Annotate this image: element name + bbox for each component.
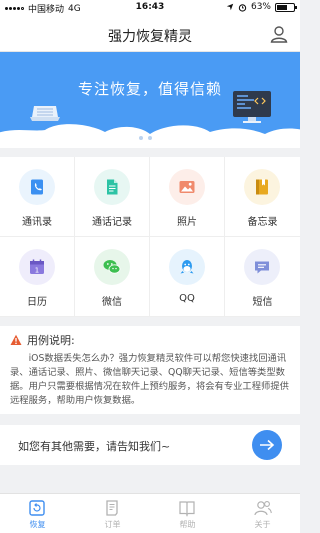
carousel-dot[interactable] <box>139 136 143 140</box>
usage-body: iOS数据丢失怎么办？强力恢复精灵软件可以帮您快速找回通讯录、通话记录、照片、微… <box>10 353 289 406</box>
recover-icon <box>28 499 46 517</box>
feature-wechat[interactable]: 微信 <box>75 237 150 317</box>
alarm-icon <box>238 3 247 12</box>
feature-label: 照片 <box>177 217 197 228</box>
tab-bar: 恢复 订单 帮助 关于 <box>0 493 300 533</box>
page-title: 强力恢复精灵 <box>108 29 192 45</box>
feature-label: 通讯录 <box>22 217 52 228</box>
carousel-dots[interactable] <box>0 136 300 140</box>
help-icon <box>178 499 196 517</box>
banner-carousel[interactable]: 专注恢复，值得信赖 <box>0 52 300 148</box>
feature-sms[interactable]: 短信 <box>225 237 300 317</box>
feature-call-log[interactable]: 通话记录 <box>75 157 150 237</box>
carousel-dot[interactable] <box>148 136 152 140</box>
tab-label: 订单 <box>104 520 121 529</box>
tab-label: 帮助 <box>179 520 196 529</box>
arrow-right-icon <box>260 439 275 451</box>
warning-icon <box>10 334 22 345</box>
sms-icon <box>244 249 280 285</box>
user-icon[interactable] <box>269 24 289 44</box>
contact-text: 如您有其他需要，请告知我们~ <box>18 440 171 453</box>
wechat-icon <box>94 249 130 285</box>
nav-bar: 强力恢复精灵 <box>0 16 300 52</box>
usage-title: 用例说明: <box>27 334 75 347</box>
feature-label: 备忘录 <box>247 217 278 228</box>
feature-label: 通话记录 <box>92 217 132 228</box>
battery-icon <box>275 2 297 12</box>
status-bar: 中国移动 4G 16:43 63% <box>0 0 300 16</box>
svg-text:1: 1 <box>35 266 39 274</box>
tab-recover[interactable]: 恢复 <box>0 494 75 533</box>
call-log-icon <box>94 169 130 205</box>
feature-label: 日历 <box>27 297 47 308</box>
tab-label: 恢复 <box>29 520 46 529</box>
order-icon <box>103 499 121 517</box>
qq-icon <box>169 249 205 285</box>
tab-about[interactable]: 关于 <box>225 494 300 533</box>
feature-contacts[interactable]: 通讯录 <box>0 157 75 237</box>
photos-icon <box>169 169 205 205</box>
cloud-decoration <box>0 124 300 148</box>
tab-help[interactable]: 帮助 <box>150 494 225 533</box>
tab-order[interactable]: 订单 <box>75 494 150 533</box>
feature-qq[interactable]: QQ <box>150 237 225 317</box>
contact-row[interactable]: 如您有其他需要，请告知我们~ <box>0 425 300 465</box>
contacts-icon <box>19 169 55 205</box>
feature-photos[interactable]: 照片 <box>150 157 225 237</box>
feature-label: 微信 <box>102 297 122 308</box>
carousel-dot[interactable] <box>157 136 161 140</box>
feature-memo[interactable]: 备忘录 <box>225 157 300 237</box>
about-icon <box>253 499 272 517</box>
tab-label: 关于 <box>254 520 271 529</box>
location-icon <box>226 3 234 11</box>
feature-label: QQ <box>179 293 195 304</box>
feature-calendar[interactable]: 1 日历 <box>0 237 75 317</box>
battery-percent: 63% <box>250 2 271 12</box>
feature-grid: 通讯录 通话记录 照片 备忘录 1 日历 微信 QQ 短信 <box>0 157 300 317</box>
feature-label: 短信 <box>252 297 273 308</box>
usage-note: 用例说明: iOS数据丢失怎么办？强力恢复精灵软件可以帮您快速找回通讯录、通话记… <box>0 326 300 414</box>
calendar-icon: 1 <box>19 249 55 285</box>
memo-icon <box>244 169 280 205</box>
contact-button[interactable] <box>252 430 282 460</box>
